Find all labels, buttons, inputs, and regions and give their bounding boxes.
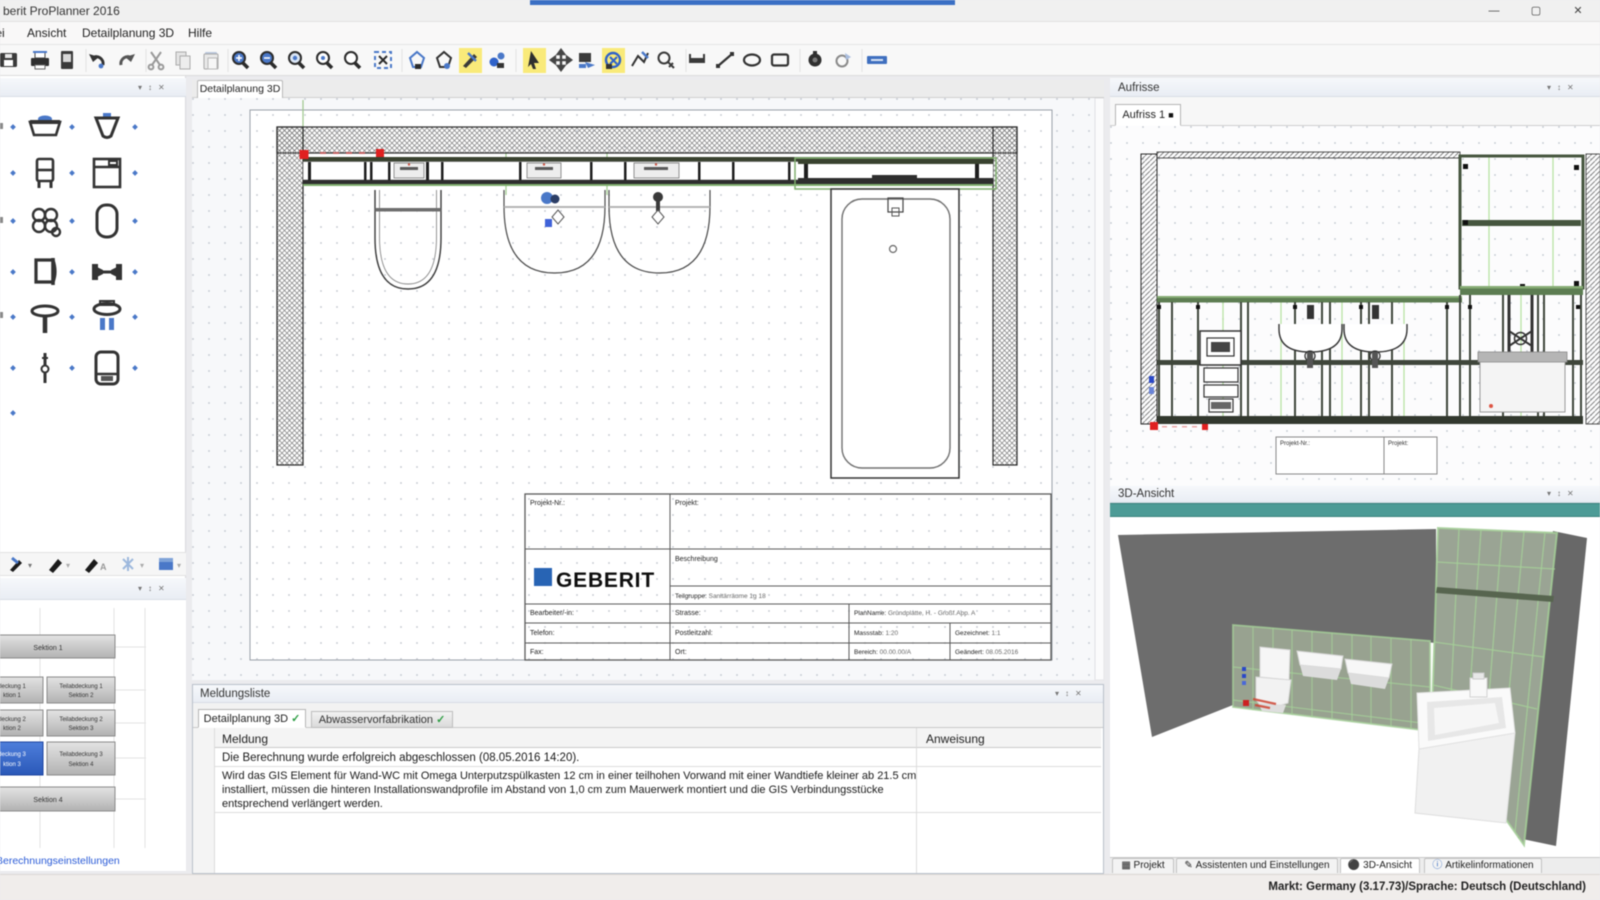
svg-text:Massstab: 1:20: Massstab: 1:20: [854, 630, 898, 637]
svg-text:▾: ▾: [28, 561, 32, 570]
svg-text:Fax:: Fax:: [530, 649, 544, 656]
svg-text:Projekt-Nr.:: Projekt-Nr.:: [1280, 441, 1310, 447]
svg-text:Teilabdeckung 2: Teilabdeckung 2: [59, 717, 103, 723]
svg-text:Sektion 4: Sektion 4: [33, 797, 62, 804]
svg-text:▾: ▾: [66, 561, 70, 570]
svg-text:Projekt:: Projekt:: [675, 500, 699, 507]
svg-text:ktion 2: ktion 2: [3, 726, 21, 732]
svg-text:Telefon:: Telefon:: [530, 630, 555, 637]
svg-text:▾: ▾: [140, 561, 144, 570]
svg-text:ktion 1: ktion 1: [3, 693, 21, 699]
svg-text:Bearbeiter/-in:: Bearbeiter/-in:: [530, 610, 574, 617]
svg-text:Ort:: Ort:: [675, 649, 687, 656]
svg-text:Sektion 4: Sektion 4: [68, 762, 94, 768]
svg-text:Sektion 1: Sektion 1: [33, 645, 62, 652]
svg-text:Bereich: 00.00.00/A: Bereich: 00.00.00/A: [854, 649, 912, 656]
svg-text:GEBERIT: GEBERIT: [556, 569, 655, 592]
svg-text:Geändert: 08.05.2016: Geändert: 08.05.2016: [955, 649, 1019, 656]
svg-text:deckung 3: deckung 3: [0, 752, 27, 758]
svg-text:Teilgruppe: Sanitärräume 1g 18: Teilgruppe: Sanitärräume 1g 18: [675, 593, 766, 600]
svg-text:Beschreibung: Beschreibung: [675, 556, 718, 563]
svg-text:Teilabdeckung 1: Teilabdeckung 1: [59, 684, 103, 690]
svg-text:deckung 1: deckung 1: [0, 684, 27, 690]
svg-text:Berechnungseinstellungen: Berechnungseinstellungen: [0, 855, 120, 867]
svg-text:Projekt-Nr.:: Projekt-Nr.:: [530, 500, 565, 507]
svg-text:▾: ▾: [177, 561, 181, 570]
svg-text:Postleitzahl:: Postleitzahl:: [675, 630, 713, 637]
svg-text:Gezeichnet: 1:1: Gezeichnet: 1:1: [955, 630, 1001, 637]
svg-text:Teilabdeckung 3: Teilabdeckung 3: [59, 752, 103, 758]
svg-text:ktion 3: ktion 3: [3, 762, 21, 768]
svg-text:Strasse:: Strasse:: [675, 610, 701, 617]
svg-text:deckung 2: deckung 2: [0, 717, 27, 723]
svg-text:Sektion 2: Sektion 2: [68, 693, 94, 699]
svg-text:Projekt:: Projekt:: [1388, 441, 1409, 447]
svg-text:Sektion 3: Sektion 3: [68, 726, 94, 732]
svg-text:PlanName: Grundplatte, H. - Gr: PlanName: Grundplatte, H. - Großf.App. A: [854, 610, 976, 617]
svg-text:A: A: [100, 562, 107, 572]
